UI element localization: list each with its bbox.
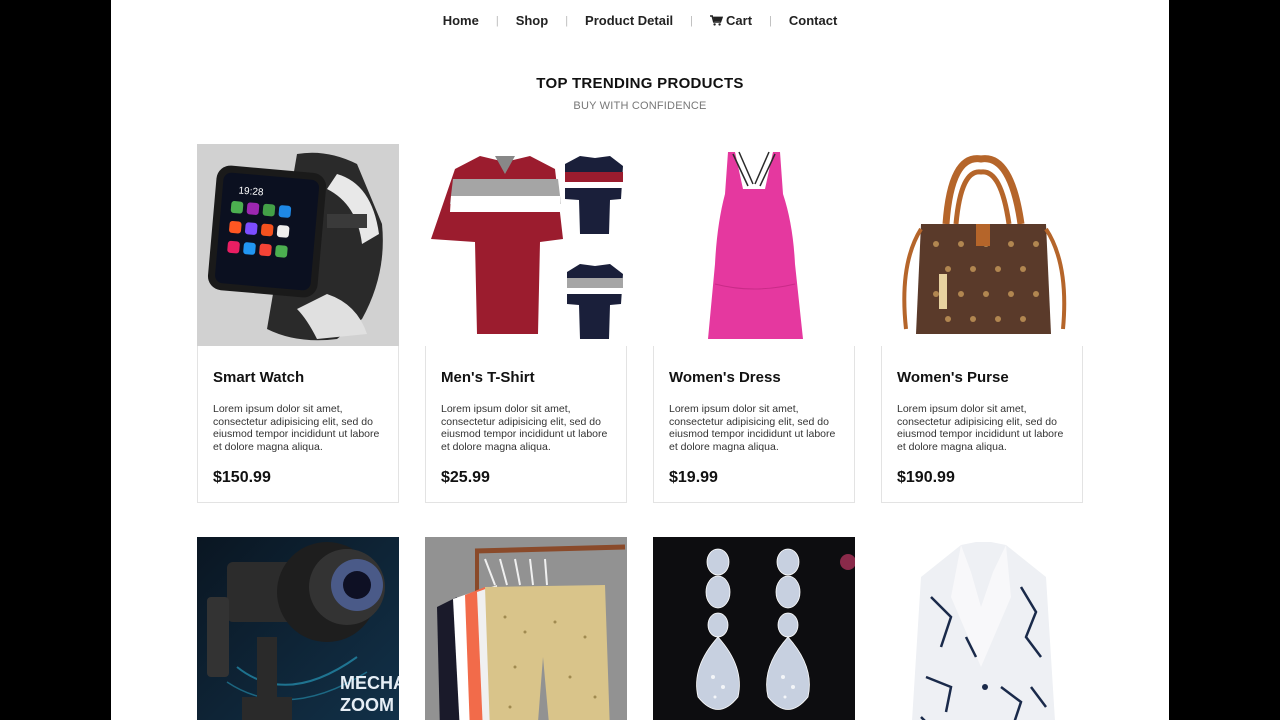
nav-separator: |	[690, 14, 694, 27]
product-title[interactable]: Women's Purse	[897, 369, 1009, 386]
section-title: TOP TRENDING PRODUCTS	[536, 75, 744, 92]
product-price: $190.99	[897, 469, 955, 486]
product-price: $25.99	[441, 469, 490, 486]
nav-shop[interactable]: Shop	[516, 13, 549, 28]
womens-purse-image[interactable]	[881, 144, 1083, 346]
nav-cart[interactable]: Cart	[710, 13, 752, 28]
watch-time: 19:28	[238, 185, 264, 198]
nav-separator: |	[565, 14, 569, 27]
product-description: Lorem ipsum dolor sit amet, consectetur …	[441, 403, 608, 453]
product-card-womens-purse[interactable]: Women's Purse Lorem ipsum dolor sit amet…	[881, 144, 1083, 503]
nav-cart-label: Cart	[726, 13, 753, 28]
product-card-smart-watch[interactable]: 19:28 Smart Watch Lorem ipsum dolor sit …	[197, 144, 399, 503]
product-price: $150.99	[213, 469, 271, 486]
smart-watch-image[interactable]: 19:28	[197, 144, 399, 346]
nav-separator: |	[495, 14, 499, 27]
gimbal-text-line-1: MECHA	[340, 673, 399, 693]
product-price: $19.99	[669, 469, 718, 486]
product-card-shorts[interactable]	[425, 537, 627, 720]
product-title[interactable]: Men's T-Shirt	[441, 369, 535, 386]
product-card-earrings[interactable]	[653, 537, 855, 720]
womens-dress-image[interactable]	[653, 144, 855, 346]
product-card-mens-tshirt[interactable]: Men's T-Shirt Lorem ipsum dolor sit amet…	[425, 144, 627, 503]
page: Home | Shop | Product Detail | Cart | Co…	[111, 0, 1169, 720]
nav-product-detail[interactable]: Product Detail	[585, 13, 673, 28]
product-description: Lorem ipsum dolor sit amet, consectetur …	[213, 403, 380, 453]
earrings-image[interactable]	[653, 537, 855, 720]
top-nav: Home | Shop | Product Detail | Cart | Co…	[111, 13, 1169, 28]
nav-contact[interactable]: Contact	[789, 13, 837, 28]
product-card-womens-dress[interactable]: Women's Dress Lorem ipsum dolor sit amet…	[653, 144, 855, 503]
product-title[interactable]: Smart Watch	[213, 369, 304, 386]
nav-separator: |	[769, 14, 772, 27]
gimbal-text-line-2: ZOOM	[340, 695, 394, 715]
product-description: Lorem ipsum dolor sit amet, consectetur …	[669, 403, 836, 453]
product-card-blazer[interactable]	[881, 537, 1083, 720]
shorts-image[interactable]	[425, 537, 627, 720]
product-card-camera-gimbal[interactable]: MECHA ZOOM	[197, 537, 399, 720]
mens-tshirt-image[interactable]	[425, 144, 627, 346]
blazer-image[interactable]	[881, 537, 1083, 720]
camera-gimbal-image[interactable]: MECHA ZOOM	[197, 537, 399, 720]
nav-home[interactable]: Home	[443, 13, 479, 28]
product-title[interactable]: Women's Dress	[669, 369, 781, 386]
product-description: Lorem ipsum dolor sit amet, consectetur …	[897, 403, 1064, 453]
section-subtitle: BUY WITH CONFIDENCE	[573, 100, 707, 112]
cart-icon	[710, 15, 724, 26]
